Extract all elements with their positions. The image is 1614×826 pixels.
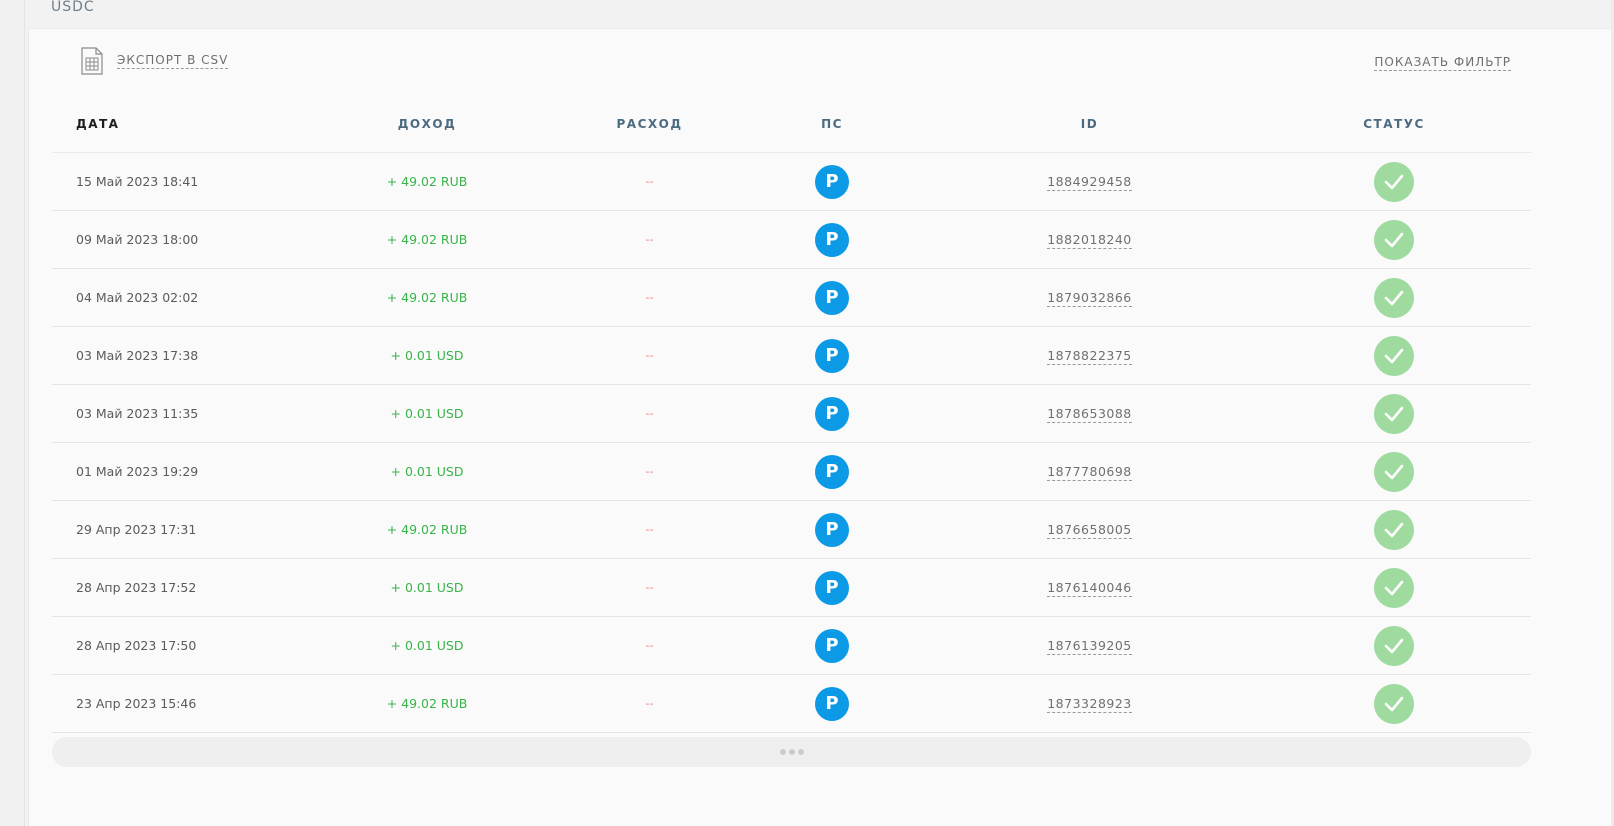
payeer-icon[interactable]: P (815, 280, 849, 315)
table-row: 28 Апр 2023 17:52 + 0.01 USD -- P 187614… (52, 559, 1531, 617)
row-expense: -- (645, 581, 654, 594)
toolbar: ЭКСПОРТ В CSV ПОКАЗАТЬ ФИЛЬТР (81, 47, 1511, 77)
payeer-icon[interactable]: P (815, 396, 849, 431)
payeer-icon[interactable]: P (815, 338, 849, 373)
header-status[interactable]: СТАТУС (1257, 117, 1531, 131)
check-icon (1374, 625, 1414, 666)
row-id-link[interactable]: 1878653088 (1047, 406, 1132, 423)
table-row: 23 Апр 2023 15:46 + 49.02 RUB -- P 18733… (52, 675, 1531, 733)
currency-tab[interactable]: USDC (51, 0, 95, 15)
table-row: 15 Май 2023 18:41 + 49.02 RUB -- P 18849… (52, 153, 1531, 211)
row-income: + 0.01 USD (390, 580, 464, 595)
row-expense: -- (645, 407, 654, 420)
spreadsheet-icon (81, 47, 103, 75)
payeer-icon[interactable]: P (815, 628, 849, 663)
row-expense: -- (645, 291, 654, 304)
payeer-icon[interactable]: P (815, 686, 849, 721)
table-header: ДАТА ДОХОД РАСХОД ПС ID СТАТУС (52, 95, 1531, 153)
row-id-link[interactable]: 1878822375 (1047, 348, 1132, 365)
row-income: + 49.02 RUB (386, 522, 468, 537)
payeer-icon[interactable]: P (815, 222, 849, 257)
row-income: + 0.01 USD (390, 464, 464, 479)
table-row: 03 Май 2023 11:35 + 0.01 USD -- P 187865… (52, 385, 1531, 443)
row-date: 04 Май 2023 02:02 (76, 290, 199, 305)
show-filter-label: ПОКАЗАТЬ ФИЛЬТР (1374, 55, 1511, 71)
load-more-button[interactable] (52, 737, 1531, 767)
table-row: 01 Май 2023 19:29 + 0.01 USD -- P 187778… (52, 443, 1531, 501)
check-icon (1374, 509, 1414, 550)
row-expense: -- (645, 233, 654, 246)
payeer-icon[interactable]: P (815, 512, 849, 547)
check-icon (1374, 393, 1414, 434)
row-expense: -- (645, 639, 654, 652)
row-income: + 49.02 RUB (386, 232, 468, 247)
header-id[interactable]: ID (922, 117, 1257, 131)
header-date[interactable]: ДАТА (52, 117, 297, 131)
row-id-link[interactable]: 1879032866 (1047, 290, 1132, 307)
row-date: 28 Апр 2023 17:52 (76, 580, 197, 595)
payeer-icon[interactable]: P (815, 570, 849, 605)
row-id-link[interactable]: 1882018240 (1047, 232, 1132, 249)
page: USDC ЭКСПОРТ В CSV ПОКАЗАТЬ ФИЛЬТР ДАТА … (0, 0, 1614, 826)
row-income: + 0.01 USD (390, 638, 464, 653)
row-income: + 49.02 RUB (386, 290, 468, 305)
check-icon (1374, 683, 1414, 724)
row-expense: -- (645, 697, 654, 710)
row-date: 15 Май 2023 18:41 (76, 174, 199, 189)
header-income[interactable]: ДОХОД (297, 117, 557, 131)
show-filter-link[interactable]: ПОКАЗАТЬ ФИЛЬТР (1374, 51, 1511, 71)
row-expense: -- (645, 523, 654, 536)
row-income: + 0.01 USD (390, 406, 464, 421)
payeer-icon[interactable]: P (815, 164, 849, 199)
table-row: 04 Май 2023 02:02 + 49.02 RUB -- P 18790… (52, 269, 1531, 327)
row-date: 03 Май 2023 11:35 (76, 406, 199, 421)
table-row: 29 Апр 2023 17:31 + 49.02 RUB -- P 18766… (52, 501, 1531, 559)
row-date: 01 Май 2023 19:29 (76, 464, 199, 479)
payeer-icon[interactable]: P (815, 454, 849, 489)
row-id-link[interactable]: 1876140046 (1047, 580, 1132, 597)
row-expense: -- (645, 349, 654, 362)
check-icon (1374, 567, 1414, 608)
export-csv-button[interactable]: ЭКСПОРТ В CSV (81, 47, 229, 75)
table-row: 28 Апр 2023 17:50 + 0.01 USD -- P 187613… (52, 617, 1531, 675)
header-expense[interactable]: РАСХОД (557, 117, 742, 131)
row-date: 28 Апр 2023 17:50 (76, 638, 197, 653)
check-icon (1374, 219, 1414, 260)
header-ps[interactable]: ПС (742, 117, 922, 131)
row-income: + 49.02 RUB (386, 174, 468, 189)
row-id-link[interactable]: 1877780698 (1047, 464, 1132, 481)
export-csv-label: ЭКСПОРТ В CSV (117, 53, 229, 69)
row-income: + 49.02 RUB (386, 696, 468, 711)
row-id-link[interactable]: 1876139205 (1047, 638, 1132, 655)
row-id-link[interactable]: 1873328923 (1047, 696, 1132, 713)
row-expense: -- (645, 465, 654, 478)
table-row: 03 Май 2023 17:38 + 0.01 USD -- P 187882… (52, 327, 1531, 385)
row-income: + 0.01 USD (390, 348, 464, 363)
transactions-table: ДАТА ДОХОД РАСХОД ПС ID СТАТУС 15 Май 20… (52, 95, 1531, 733)
row-date: 09 Май 2023 18:00 (76, 232, 199, 247)
check-icon (1374, 161, 1414, 202)
row-date: 03 Май 2023 17:38 (76, 348, 199, 363)
row-expense: -- (645, 175, 654, 188)
check-icon (1374, 277, 1414, 318)
check-icon (1374, 451, 1414, 492)
ellipsis-icon (779, 749, 804, 755)
row-date: 29 Апр 2023 17:31 (76, 522, 197, 537)
row-id-link[interactable]: 1884929458 (1047, 174, 1132, 191)
check-icon (1374, 335, 1414, 376)
row-id-link[interactable]: 1876658005 (1047, 522, 1132, 539)
table-row: 09 Май 2023 18:00 + 49.02 RUB -- P 18820… (52, 211, 1531, 269)
row-date: 23 Апр 2023 15:46 (76, 696, 197, 711)
